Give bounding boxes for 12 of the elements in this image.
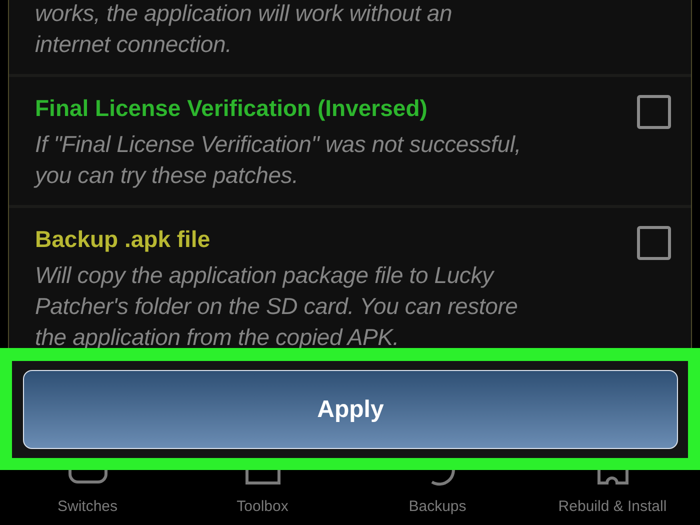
option-description: If "Final License Verification" was not successful, you can try these patches. — [35, 130, 522, 190]
nav-tab-label[interactable]: Backups — [408, 498, 466, 515]
option-description: Will copy the application package file to Lucky Patcher's folder on the SD card. You can restore the application from the copied APK. — [35, 261, 519, 352]
option-title: Backup .apk file — [35, 225, 212, 254]
option-description: works, the application will work without an internet connection. — [35, 0, 454, 59]
checkbox[interactable] — [637, 226, 671, 260]
nav-tab-label[interactable]: Rebuild & Install — [558, 498, 667, 515]
checkbox[interactable] — [637, 95, 671, 129]
nav-tab-label[interactable]: Switches — [57, 498, 118, 515]
apply-button[interactable]: Apply — [23, 370, 678, 449]
option-title: Final License Verification (Inversed) — [35, 94, 428, 123]
nav-tab-label[interactable]: Toolbox — [236, 498, 288, 515]
